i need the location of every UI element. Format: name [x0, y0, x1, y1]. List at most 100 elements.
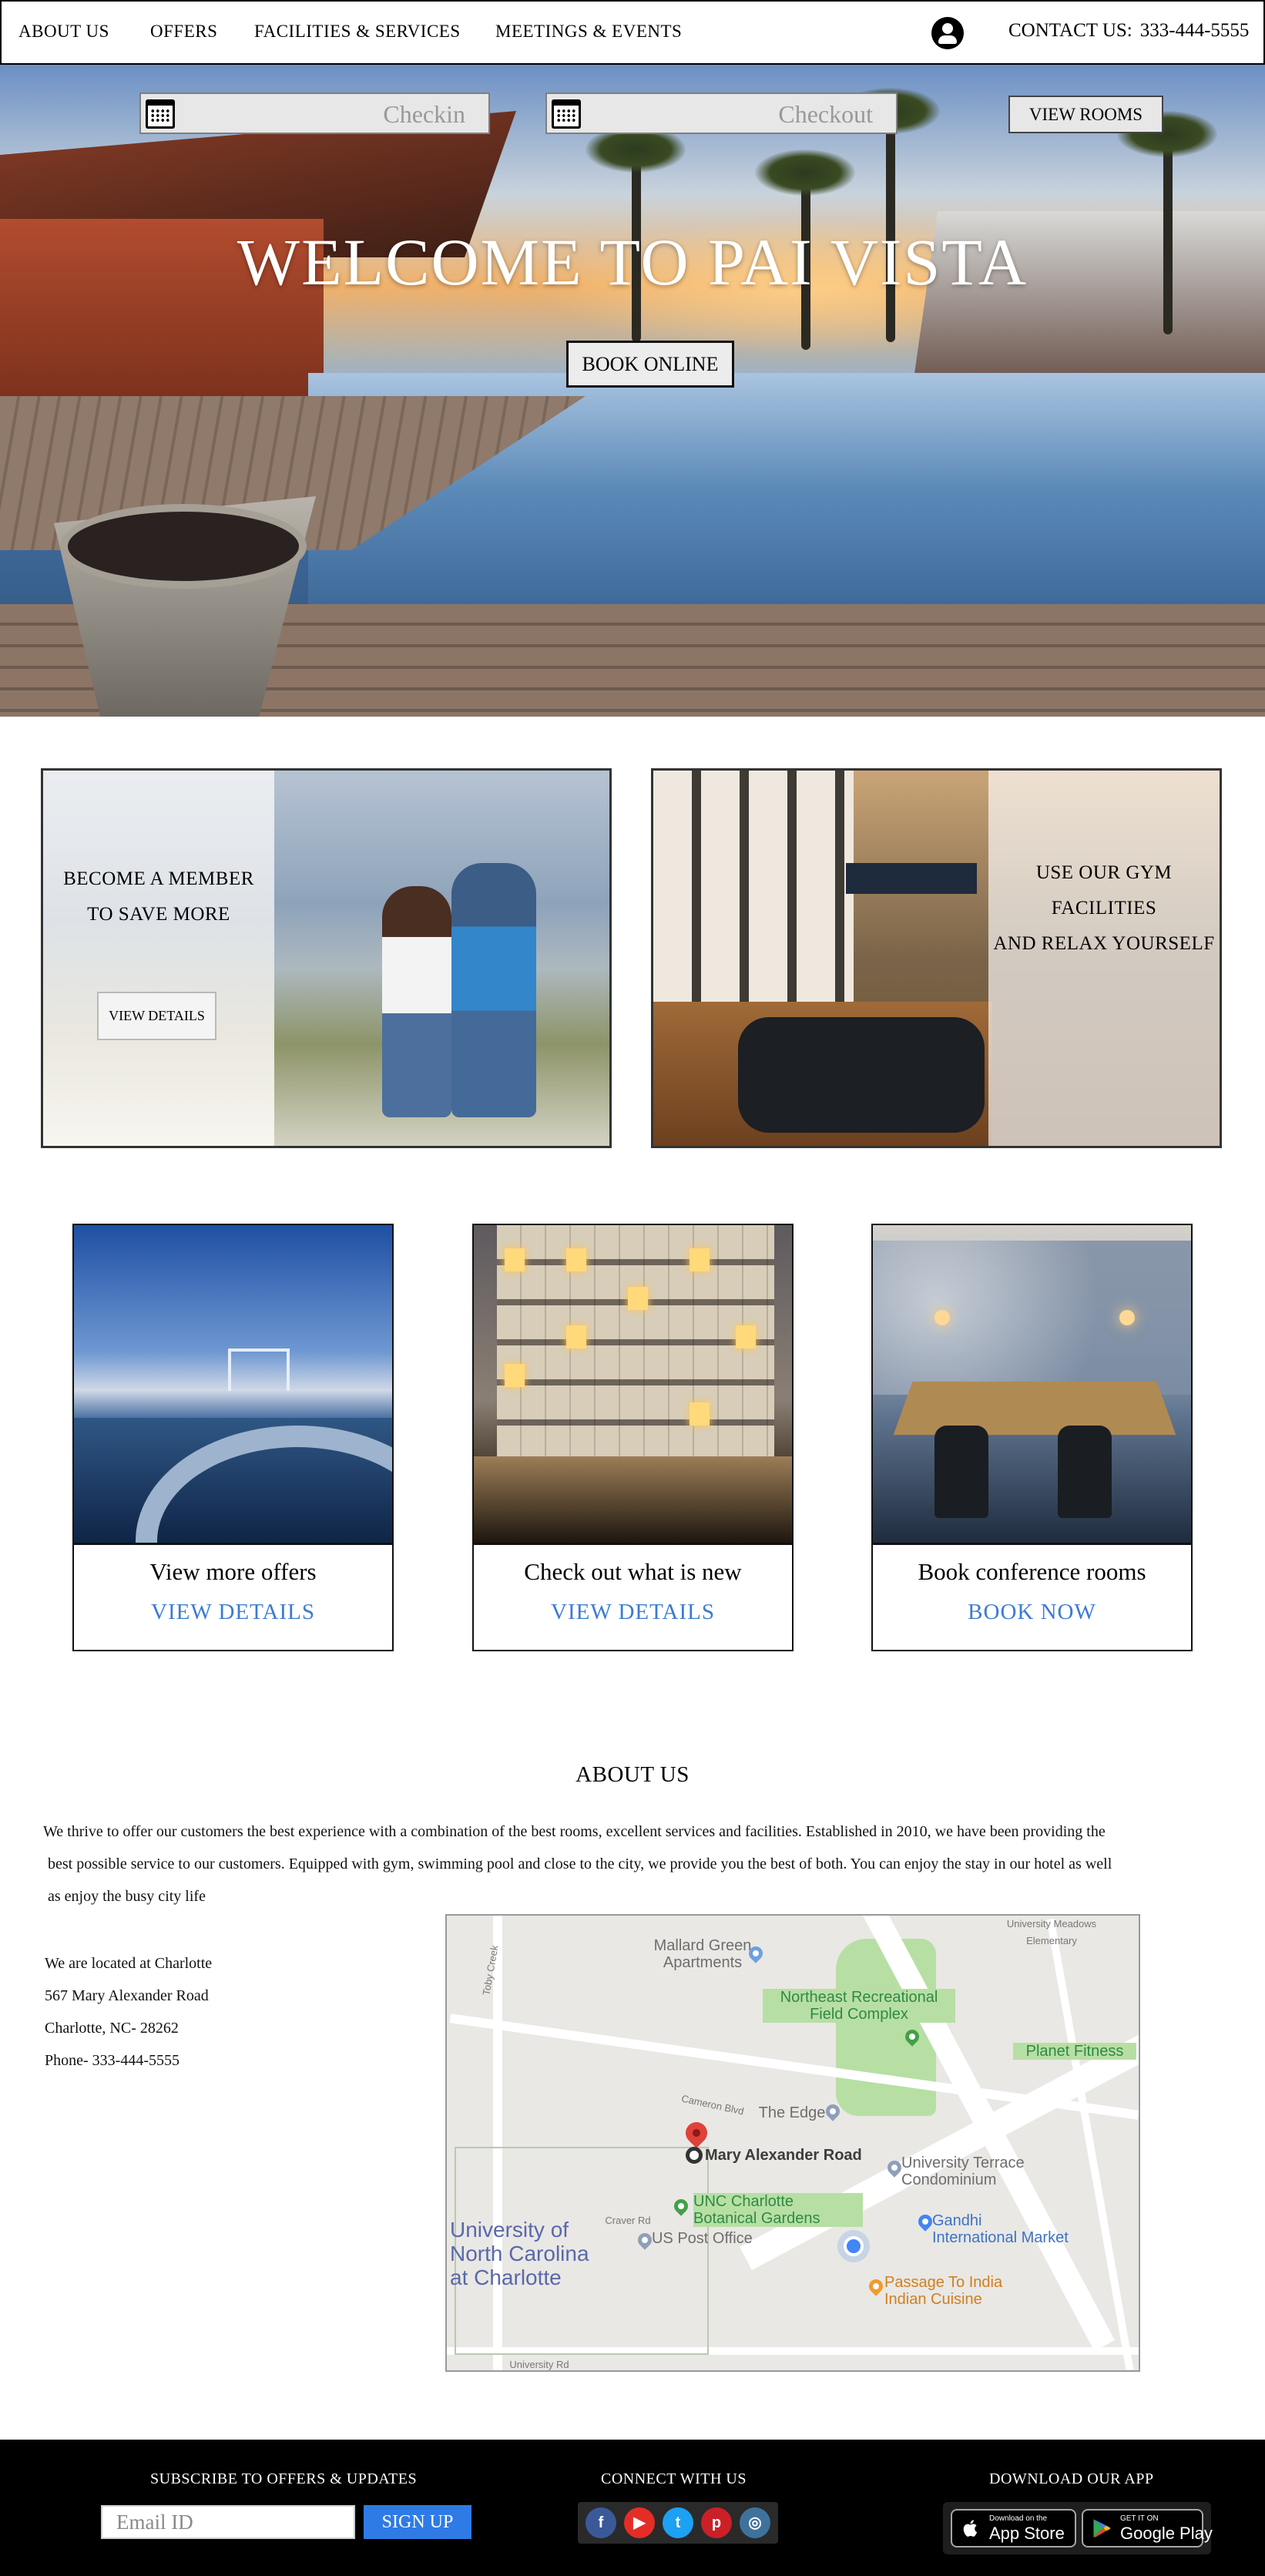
calendar-icon[interactable] — [552, 99, 581, 129]
apple-icon — [963, 2520, 978, 2537]
photo-window — [628, 1287, 648, 1310]
nav-offers[interactable]: OFFERS — [150, 22, 217, 42]
contact-us[interactable]: CONTACT US: 333-444-5555 — [1008, 20, 1249, 42]
hero-title: WELCOME TO PAI VISTA — [237, 225, 1028, 299]
checkin-field[interactable]: Checkin — [139, 92, 490, 134]
top-navigation: ABOUT US OFFERS FACILITIES & SERVICES ME… — [0, 0, 1265, 65]
about-line: as enjoy the busy city life — [48, 1888, 206, 1905]
feature-title: Book conference rooms — [918, 1558, 1146, 1585]
hero-planter-rim — [60, 504, 307, 589]
google-play-icon — [1093, 2519, 1111, 2537]
calendar-icon[interactable] — [146, 99, 175, 129]
gym-promo-card: USE OUR GYM FACILITIES AND RELAX YOURSEL… — [651, 768, 1222, 1148]
about-us-title: ABOUT US — [575, 1762, 690, 1787]
membership-line-2: TO SAVE MORE — [87, 904, 230, 925]
hotel-facade-photo — [474, 1225, 792, 1545]
pool-night-photo — [74, 1225, 392, 1545]
feature-title: Check out what is new — [524, 1558, 742, 1585]
checkout-placeholder: Checkout — [778, 100, 873, 128]
feature-title: View more offers — [149, 1558, 317, 1585]
view-rooms-button[interactable]: VIEW ROOMS — [1008, 96, 1163, 133]
book-online-button[interactable]: BOOK ONLINE — [566, 341, 734, 388]
instagram-icon[interactable]: ◎ — [740, 2507, 770, 2538]
nav-about-us[interactable]: ABOUT US — [18, 22, 109, 42]
photo-window — [566, 1325, 586, 1348]
hero-banner — [0, 65, 1265, 717]
photo-window — [690, 1402, 710, 1426]
subscribe-title: SUBSCRIBE TO OFFERS & UPDATES — [150, 2470, 418, 2487]
app-store-small-text: Download on the — [989, 2514, 1048, 2523]
google-play-small-text: GET IT ON — [1120, 2514, 1159, 2523]
google-play-badge[interactable]: GET IT ON Google Play — [1082, 2509, 1213, 2547]
address-phone: Phone- 333-444-5555 — [45, 2052, 180, 2069]
app-store-badge[interactable]: Download on the App Store — [951, 2509, 1076, 2547]
map-pin — [866, 2276, 886, 2296]
photo-window — [505, 1248, 525, 1271]
map-label-northeast: Northeast Recreational Field Complex — [763, 1989, 955, 2023]
photo-chair — [934, 1426, 988, 1518]
photo-window — [690, 1248, 710, 1271]
map-label-university: University of North Carolina at Charlott… — [450, 2218, 589, 2289]
map-park — [836, 1939, 936, 2116]
gym-line-2: FACILITIES — [1051, 898, 1157, 919]
gym-photo-screen — [846, 863, 977, 894]
map-label-gandhi: Gandhi International Market — [932, 2212, 1069, 2246]
photo-cabana — [228, 1348, 290, 1391]
checkin-placeholder: Checkin — [383, 100, 465, 128]
target-marker-icon — [686, 2147, 703, 2164]
photo-lamp — [934, 1310, 950, 1325]
map-label-mary-alexander: Mary Alexander Road — [705, 2147, 862, 2164]
membership-line-1: BECOME A MEMBER — [63, 868, 254, 889]
connect-title: CONNECT WITH US — [601, 2470, 747, 2487]
photo-chair — [1058, 1426, 1112, 1518]
app-badges: Download on the App Store GET IT ON Goog… — [943, 2502, 1213, 2554]
feature-card-new: Check out what is new VIEW DETAILS — [472, 1224, 794, 1651]
contact-phone[interactable]: 333-444-5555 — [1140, 20, 1250, 41]
map-label-meadows: University Meadows Elementary — [1006, 1918, 1097, 1946]
membership-promo-card: BECOME A MEMBER TO SAVE MORE VIEW DETAIL… — [41, 768, 612, 1148]
address-block: We are located at Charlotte 567 Mary Ale… — [45, 1947, 391, 2077]
my-location-icon[interactable] — [844, 2236, 864, 2256]
membership-view-details-button[interactable]: VIEW DETAILS — [97, 992, 216, 1040]
contact-label: CONTACT US: — [1008, 20, 1132, 41]
photo-facade — [497, 1225, 774, 1479]
about-line: best possible service to our customers. … — [48, 1856, 1112, 1872]
nav-facilities-services[interactable]: FACILITIES & SERVICES — [254, 22, 461, 42]
map-label-cameron-blvd: Cameron Blvd — [680, 2092, 745, 2118]
nav-meetings-events[interactable]: MEETINGS & EVENTS — [495, 22, 682, 42]
gym-line-1: USE OUR GYM — [1035, 862, 1173, 883]
photo-lobby — [474, 1456, 792, 1543]
map-label-post-office: US Post Office — [652, 2230, 753, 2247]
photo-window — [566, 1248, 586, 1271]
checkout-field[interactable]: Checkout — [545, 92, 898, 134]
app-store-text: App Store — [989, 2524, 1065, 2543]
facebook-icon[interactable]: f — [586, 2507, 616, 2538]
address-city: Charlotte, NC- 28262 — [45, 2020, 179, 2037]
user-circle-icon[interactable] — [931, 17, 964, 49]
location-map[interactable]: Mallard Green Apartments Northeast Recre… — [445, 1914, 1140, 2372]
about-line: We thrive to offer our customers the bes… — [43, 1823, 1106, 1840]
promo-overlay — [43, 771, 274, 1146]
pinterest-icon[interactable]: p — [701, 2507, 732, 2538]
map-label-planet-fitness: Planet Fitness — [1013, 2043, 1136, 2060]
site-footer: SUBSCRIBE TO OFFERS & UPDATES Email ID S… — [0, 2440, 1265, 2576]
twitter-icon[interactable]: t — [663, 2507, 693, 2538]
conference-room-photo — [873, 1225, 1191, 1545]
feature-card-offers: View more offers VIEW DETAILS — [72, 1224, 394, 1651]
view-details-link[interactable]: VIEW DETAILS — [474, 1600, 792, 1625]
social-links: f ▶ t p ◎ — [578, 2502, 778, 2544]
gym-photo-machine — [738, 1017, 985, 1133]
google-play-text: Google Play — [1120, 2524, 1213, 2543]
about-us-description: We thrive to offer our customers the bes… — [43, 1815, 1245, 1913]
book-now-link[interactable]: BOOK NOW — [873, 1600, 1191, 1625]
map-label-terrace: University Terrace Condominium — [901, 2155, 1025, 2188]
family-photo-woman — [382, 886, 451, 1117]
sign-up-button[interactable]: SIGN UP — [364, 2505, 471, 2539]
view-details-link[interactable]: VIEW DETAILS — [74, 1600, 392, 1625]
email-input[interactable]: Email ID — [101, 2505, 355, 2539]
feature-card-conference: Book conference rooms BOOK NOW — [871, 1224, 1193, 1651]
family-photo-man — [451, 863, 536, 1117]
youtube-icon[interactable]: ▶ — [624, 2507, 655, 2538]
map-label-passage-to-india: Passage To India Indian Cuisine — [884, 2274, 1003, 2308]
location-pin-icon[interactable] — [681, 2118, 712, 2148]
